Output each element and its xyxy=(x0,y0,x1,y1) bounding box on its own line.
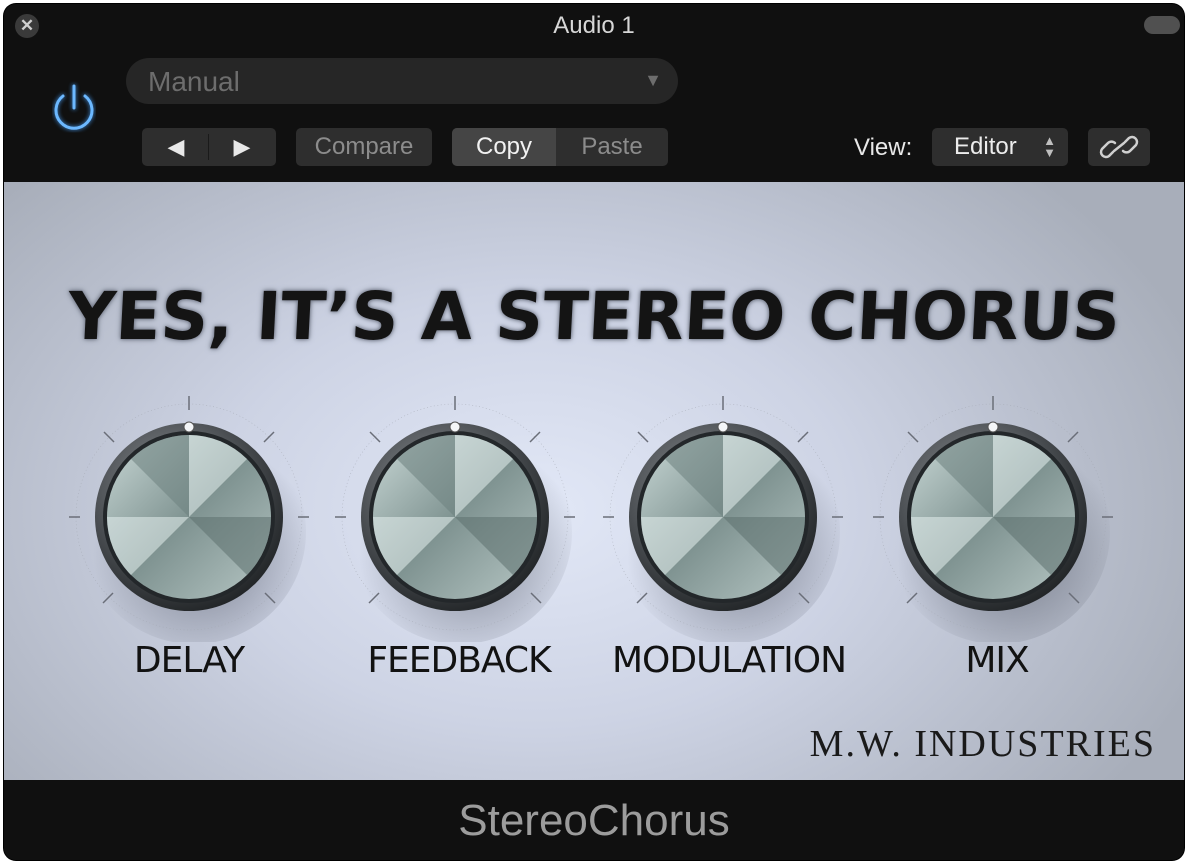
link-button[interactable] xyxy=(1088,128,1150,166)
delay-label: DELAY xyxy=(133,640,245,681)
plugin-headline: YES, IT’S A STEREO CHORUS xyxy=(65,278,1123,355)
plugin-window: ✕ Audio 1 Manual ▼ ◀ ▶ Compare Copy Paste… xyxy=(4,4,1184,860)
view-select[interactable]: Editor ▲ ▼ xyxy=(932,128,1068,166)
feedback-label: FEEDBACK xyxy=(367,640,551,681)
plugin-panel: YES, IT’S A STEREO CHORUS DELAY FEEDBACK… xyxy=(4,182,1184,780)
window-title: Audio 1 xyxy=(553,12,635,39)
delay-knob[interactable] xyxy=(64,392,314,642)
view-label: View: xyxy=(854,134,913,161)
brand-label: M.W. INDUSTRIES xyxy=(809,723,1156,765)
view-select-value: Editor xyxy=(954,133,1017,160)
footer-bar: StereoChorus xyxy=(4,780,1184,860)
preset-value: Manual xyxy=(148,66,240,97)
copy-button[interactable]: Copy xyxy=(452,128,556,166)
next-preset-button[interactable]: ▶ xyxy=(209,128,275,166)
title-bar: ✕ Audio 1 xyxy=(4,4,1184,48)
mix-label: MIX xyxy=(965,640,1029,681)
window-pill-button[interactable] xyxy=(1144,16,1180,34)
preset-nav-group: ◀ ▶ xyxy=(142,128,276,166)
link-icon xyxy=(1099,135,1139,159)
paste-button[interactable]: Paste xyxy=(556,128,668,166)
feedback-knob[interactable] xyxy=(330,392,580,642)
compare-button[interactable]: Compare xyxy=(296,128,432,166)
preset-dropdown[interactable]: Manual ▼ xyxy=(126,58,678,104)
power-icon[interactable] xyxy=(44,80,104,140)
modulation-knob[interactable] xyxy=(598,392,848,642)
mix-knob[interactable] xyxy=(868,392,1118,642)
updown-arrows-icon: ▲ ▼ xyxy=(1043,133,1056,160)
dropdown-arrow-icon: ▼ xyxy=(644,70,662,90)
copy-paste-group: Copy Paste xyxy=(452,128,668,166)
plugin-name: StereoChorus xyxy=(458,796,730,845)
divider xyxy=(208,134,209,160)
previous-preset-button[interactable]: ◀ xyxy=(143,128,209,166)
modulation-label: MODULATION xyxy=(611,640,847,681)
